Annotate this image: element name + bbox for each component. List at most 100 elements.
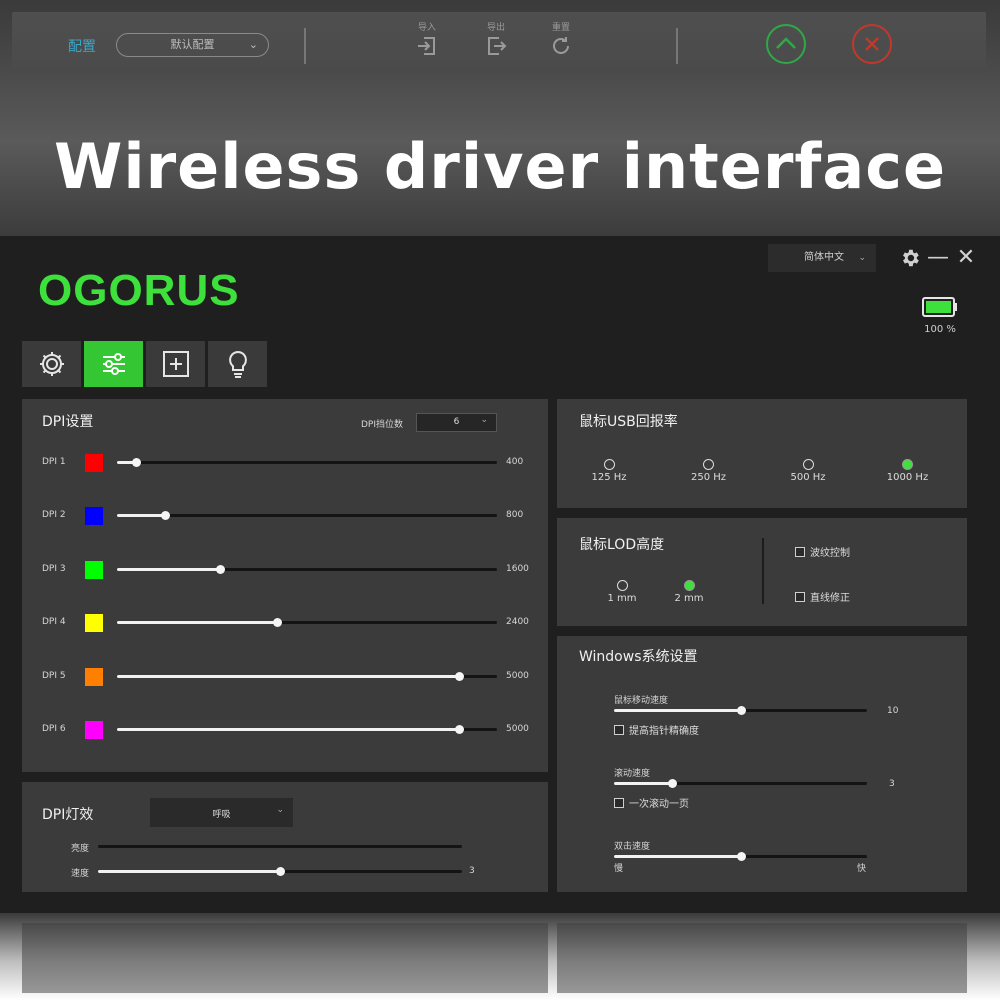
- light-speed-fill: [98, 870, 280, 873]
- usb-rate-option[interactable]: 1000 Hz: [878, 459, 938, 483]
- light-speed-knob[interactable]: [276, 867, 285, 876]
- dpi-slider-knob[interactable]: [455, 671, 464, 681]
- close-button[interactable]: ✕: [953, 244, 979, 272]
- mouse-speed-value: 10: [887, 706, 899, 716]
- usb-rate-label: 1000 Hz: [886, 472, 929, 483]
- scroll-speed-knob[interactable]: [668, 779, 678, 788]
- dpi-slider-knob[interactable]: [455, 725, 464, 734]
- import-icon: [418, 37, 435, 55]
- scroll-speed-value: 3: [889, 779, 895, 789]
- ghost-confirm-button: [766, 24, 806, 64]
- dpi-slider-knob[interactable]: [272, 618, 282, 628]
- scroll-page-label: 一次滚动一页: [629, 799, 689, 810]
- usb-rate-label: 500 Hz: [790, 472, 826, 483]
- dpi-color-swatch[interactable]: [85, 721, 103, 739]
- straight-line-checkbox[interactable]: 直线修正: [795, 589, 850, 604]
- dpi-slider-knob[interactable]: [160, 511, 170, 521]
- checkbox-box: [795, 546, 805, 557]
- banner-title: Wireless driver interface: [53, 130, 947, 203]
- dpi-levels-label: DPI挡位数: [361, 420, 404, 430]
- minimize-icon: —: [927, 245, 949, 270]
- dpi-slider[interactable]: [117, 618, 497, 628]
- scroll-speed-slider[interactable]: [614, 779, 867, 788]
- divider: [762, 538, 764, 604]
- dpi-levels-select[interactable]: 6 ⌄: [416, 413, 497, 432]
- mouse-speed-label: 鼠标移动速度: [614, 696, 669, 706]
- dpi-slider[interactable]: [117, 458, 497, 467]
- battery-icon: [922, 297, 957, 317]
- mouse-speed-fill: [614, 709, 741, 712]
- tab-macro[interactable]: [146, 341, 205, 387]
- divider: [304, 28, 306, 64]
- dpi-row: DPI 1 400: [22, 453, 548, 473]
- mouse-speed-slider[interactable]: [614, 706, 867, 715]
- dpi-row-label: DPI 3: [42, 563, 66, 574]
- radio-icon: [616, 580, 628, 591]
- light-speed-value: 3: [469, 866, 475, 876]
- pointer-precision-checkbox[interactable]: 提高指针精确度: [614, 722, 699, 737]
- dpi-row-value: 400: [506, 457, 524, 467]
- scroll-speed-label: 滚动速度: [614, 769, 651, 779]
- dpi-color-swatch[interactable]: [85, 454, 103, 472]
- usb-rate-option[interactable]: 500 Hz: [778, 459, 838, 483]
- reset-icon: [553, 37, 569, 54]
- lod-option[interactable]: 1 mm: [592, 580, 652, 604]
- settings-button[interactable]: [897, 244, 923, 272]
- banner: 配置 默认配置 ⌄ 导入 导出 重置 Wireless driver inter…: [0, 0, 1000, 236]
- tab-lighting[interactable]: [208, 341, 267, 387]
- dpi-slider[interactable]: [117, 511, 497, 521]
- dpi-slider-fill: [117, 514, 165, 518]
- radio-icon: [603, 459, 615, 470]
- dpi-row-label: DPI 1: [42, 457, 66, 467]
- brightness-slider[interactable]: [98, 845, 462, 848]
- usb-rate-option[interactable]: 250 Hz: [679, 459, 739, 483]
- ghost-cancel-button: [852, 24, 892, 64]
- dpi-color-swatch[interactable]: [85, 507, 103, 526]
- driver-window: OGORUS 简体中文 ⌄ — ✕ 100 % DPI设置 DPI挡位数 6 ⌄…: [0, 236, 1000, 913]
- usb-rate-option[interactable]: 125 Hz: [579, 459, 639, 483]
- dpi-color-swatch[interactable]: [85, 560, 103, 579]
- dpi-row: DPI 4 2400: [22, 613, 548, 633]
- lod-label: 1 mm: [607, 593, 637, 604]
- dpi-slider-fill: [117, 674, 459, 678]
- dpi-light-panel: DPI灯效 呼吸 ⌄ 亮度 速度 3: [22, 782, 548, 892]
- minimize-button[interactable]: —: [925, 244, 951, 272]
- ghost-reset-tool: 重置: [541, 20, 581, 57]
- double-click-knob[interactable]: [736, 852, 746, 861]
- tab-settings[interactable]: [22, 341, 81, 387]
- radio-icon: [703, 459, 714, 470]
- dpi-slider-knob[interactable]: [132, 458, 141, 467]
- windows-settings-title: Windows系统设置: [579, 649, 698, 665]
- usb-rate-panel: 鼠标USB回报率 125 Hz 250 Hz 500 Hz 1000 Hz: [557, 399, 967, 508]
- light-mode-value: 呼吸: [212, 810, 231, 820]
- dpi-color-swatch[interactable]: [85, 667, 103, 686]
- chevron-down-icon: ⌄: [858, 253, 866, 263]
- lod-option[interactable]: 2 mm: [659, 580, 719, 604]
- dpi-slider[interactable]: [117, 671, 497, 681]
- lod-title: 鼠标LOD高度: [579, 537, 665, 553]
- light-speed-slider[interactable]: [98, 867, 462, 876]
- language-select[interactable]: 简体中文 ⌄: [768, 244, 876, 272]
- scroll-page-checkbox[interactable]: 一次滚动一页: [614, 795, 689, 810]
- ghost-import-label: 导入: [417, 23, 436, 33]
- bulb-icon: [228, 350, 247, 378]
- double-click-slider[interactable]: [614, 852, 867, 861]
- dpi-slider[interactable]: [117, 725, 497, 734]
- usb-rate-title: 鼠标USB回报率: [579, 414, 678, 430]
- chevron-down-icon: ⌄: [480, 415, 488, 425]
- mouse-speed-knob[interactable]: [736, 706, 746, 715]
- light-mode-select[interactable]: 呼吸 ⌄: [150, 798, 293, 827]
- dpi-row-value: 2400: [506, 617, 529, 628]
- ripple-control-checkbox[interactable]: 波纹控制: [795, 544, 850, 559]
- dpi-slider-knob[interactable]: [215, 564, 225, 574]
- dpi-slider[interactable]: [117, 564, 497, 574]
- tab-adjust[interactable]: [84, 341, 143, 387]
- windows-settings-panel: Windows系统设置 鼠标移动速度 10 提高指针精确度 滚动速度 3 一次滚…: [557, 636, 967, 892]
- checkbox-box: [795, 591, 805, 602]
- ghost-export-label: 导出: [486, 23, 505, 33]
- light-speed-label: 速度: [71, 869, 90, 879]
- dpi-light-title: DPI灯效: [42, 807, 94, 823]
- dpi-color-swatch[interactable]: [85, 614, 103, 633]
- divider: [676, 28, 678, 64]
- ghost-export-tool: 导出: [476, 20, 516, 57]
